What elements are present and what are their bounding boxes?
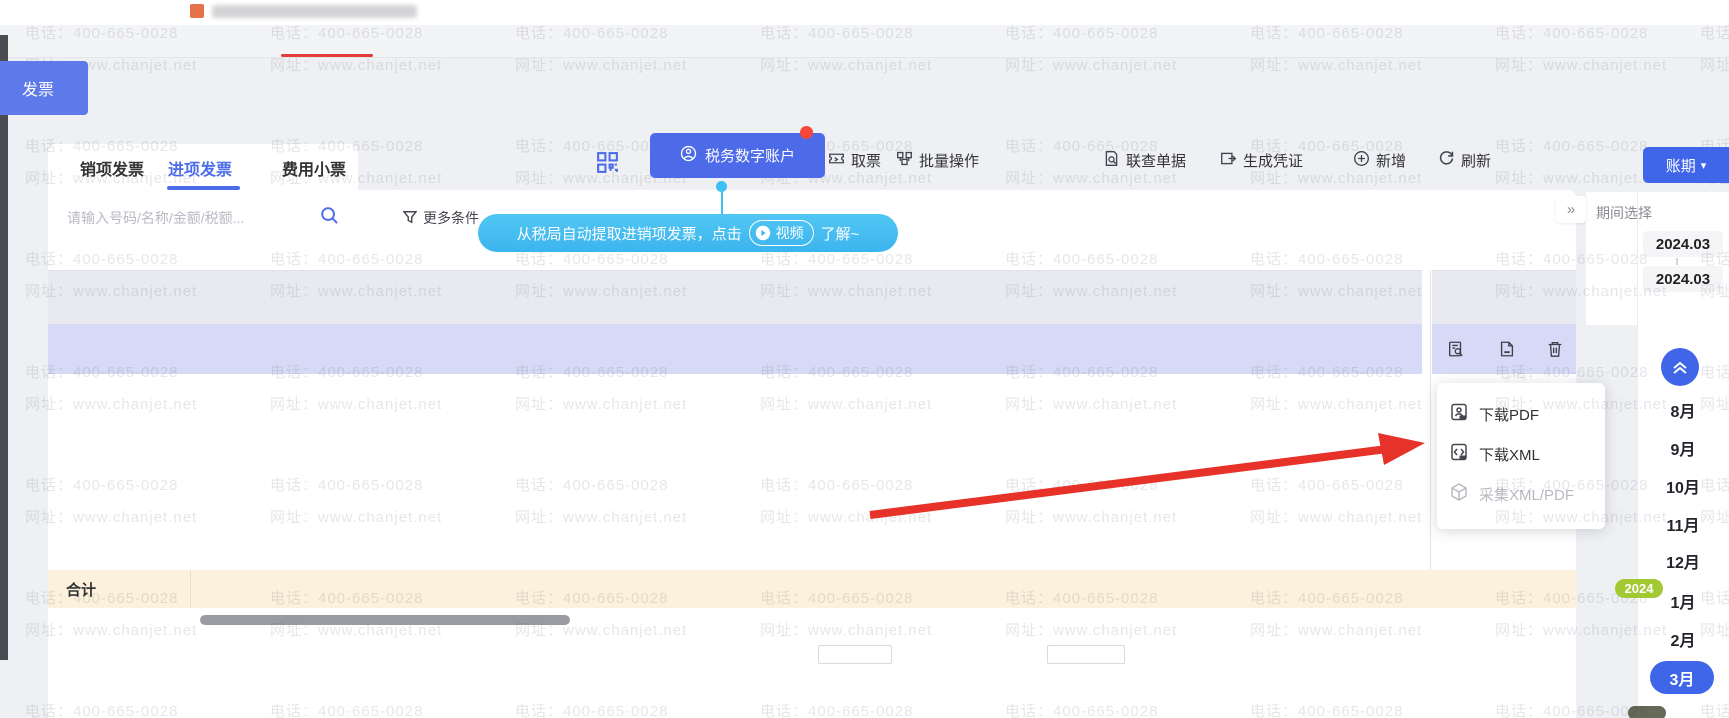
menu-item-download-xml[interactable]: 下载XML [1449,435,1593,473]
tab-output-invoices[interactable]: 销项发票 [80,156,144,180]
toolbar-label: 取票 [851,152,882,170]
collect-cube-icon [1449,482,1469,506]
window-tab-bar [0,25,1729,58]
download-context-menu: 下载PDF 下载XML 采集XML/PDF [1437,383,1605,529]
tooltip-text: 从税局自动提取进销项发票，点击 [516,225,742,243]
menu-item-collect-xml-pdf[interactable]: 采集XML/PDF [1449,475,1593,513]
doc-search-icon [1103,150,1120,171]
collapsed-left-sidebar[interactable] [0,35,8,660]
notification-red-dot [800,126,813,139]
pagination-remnant-box [1047,645,1125,664]
month-item-mar-selected[interactable]: 3月 [1650,661,1714,694]
video-tooltip-bubble: 从税局自动提取进销项发票，点击 视频 了解~ [478,214,898,252]
period-button-label: 账期 [1665,157,1696,175]
month-item-feb[interactable]: 2月 [1637,623,1729,655]
remnant-orange-glyph [190,4,204,18]
period-to-input[interactable]: 2024.03 [1643,266,1723,292]
toolbar-label: 新增 [1376,152,1407,170]
collapse-panel-icon[interactable]: » [1556,196,1586,223]
ticket-icon [828,150,845,171]
menu-label: 下载XML [1479,446,1540,464]
month-item-dec[interactable]: 12月 [1637,545,1729,577]
totals-row: 合计 [48,570,1576,608]
refresh-icon [1438,150,1455,171]
tab-expense-receipts[interactable]: 费用小票 [282,156,346,180]
toolbar-label: 刷新 [1461,152,1492,170]
file-download-icon[interactable] [1498,340,1516,363]
browser-remnant-strip [0,0,1729,25]
tab-input-invoices[interactable]: 进项发票 [168,156,232,180]
scan-qr-icon[interactable] [595,150,620,180]
chevron-down-icon: ▾ [1700,159,1707,172]
toolbar-get-tickets[interactable]: 取票 [828,150,881,170]
video-label: 视频 [775,225,804,241]
toolbar-batch-operations[interactable]: 批量操作 [896,150,979,170]
search-submit-icon[interactable] [320,206,339,230]
menu-item-download-pdf[interactable]: 下载PDF [1449,395,1593,433]
tooltip-connector-line [721,192,723,216]
period-select-title: 期间选择 [1596,205,1652,221]
toolbar-linked-documents[interactable]: 联查单据 [1103,150,1186,170]
year-badge: 2024 [1615,579,1663,598]
tax-digital-account-button[interactable]: 税务数字账户 [650,133,825,178]
play-icon [755,225,771,241]
horizontal-scrollbar-thumb[interactable] [200,615,570,625]
period-from-input[interactable]: 2024.03 [1643,231,1723,257]
tooltip-anchor-dot [716,181,727,192]
red-annotation-arrow [869,433,1425,519]
delete-trash-icon[interactable] [1546,340,1564,363]
table-header-operations [1432,270,1576,325]
toolbar-generate-voucher[interactable]: 生成凭证 [1220,150,1303,170]
search-input[interactable] [65,202,327,234]
video-button[interactable]: 视频 [748,220,814,246]
period-range-dash [1676,258,1678,265]
more-filters-label: 更多条件 [423,210,479,226]
tax-account-icon [680,145,697,166]
totals-divider [190,570,191,608]
menu-label: 采集XML/PDF [1479,486,1575,504]
generate-voucher-icon [1220,150,1237,171]
table-header [48,270,1422,325]
pagination-remnant-box [818,645,892,664]
remnant-blurred-text [212,5,417,18]
tooltip-text-after: 了解~ [820,225,860,243]
screen: 我的桌面 初始化导航 发票 × 发票 销项发票 进项发票 费用小票 更多条件 [0,0,1729,718]
month-item-aug[interactable]: 8月 [1637,394,1729,426]
toolbar-label: 批量操作 [919,152,980,170]
month-item-sep[interactable]: 9月 [1637,432,1729,464]
month-item-oct[interactable]: 10月 [1637,470,1729,502]
plus-circle-icon [1353,150,1370,171]
batch-icon [896,150,913,171]
funnel-icon [402,210,418,227]
toolbar-label: 生成凭证 [1243,152,1304,170]
toolbar-add-new[interactable]: 新增 [1353,150,1406,170]
menu-label: 下载PDF [1479,406,1540,424]
totals-label: 合计 [66,581,97,599]
preview-voucher-icon[interactable] [1447,340,1465,363]
toolbar-refresh[interactable]: 刷新 [1438,150,1491,170]
accounting-period-button[interactable]: 账期 ▾ [1643,147,1729,183]
active-tab-underline [281,54,373,57]
pdf-file-icon [1449,402,1469,426]
xml-file-icon [1449,442,1469,466]
toolbar-label: 联查单据 [1126,152,1187,170]
tax-account-label: 税务数字账户 [704,148,795,165]
page-chip-invoice: 发票 [0,61,88,115]
month-item-nov[interactable]: 11月 [1637,508,1729,540]
partial-next-badge [1628,706,1666,718]
table-row[interactable] [48,324,1422,374]
scroll-to-top-button[interactable] [1661,348,1699,386]
active-invoice-tab-underline [167,186,240,190]
more-filters-button[interactable]: 更多条件 [402,208,479,228]
